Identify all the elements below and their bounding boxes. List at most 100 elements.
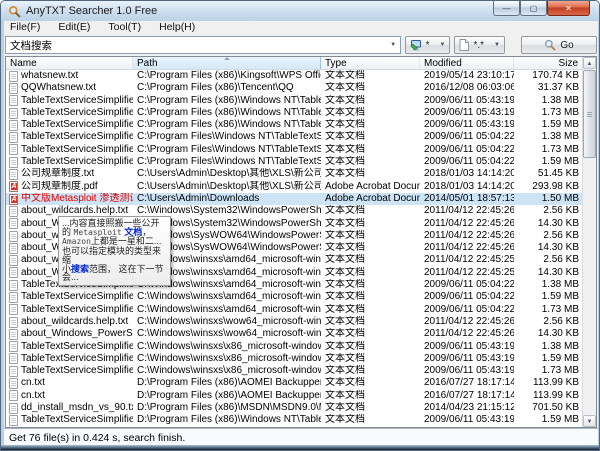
scroll-up-icon[interactable]: ▲ — [583, 57, 596, 69]
table-row[interactable]: whatsnew.txtC:\Program Files (x86)\Kings… — [6, 70, 582, 82]
search-dropdown-arrow-icon[interactable]: ▼ — [387, 42, 400, 48]
file-size-text: 1.73 MB — [542, 304, 579, 315]
file-size: 1.59 MB — [514, 156, 584, 168]
table-row[interactable]: TableTextServiceSimplifie...C:\Program F… — [6, 95, 582, 107]
txt-file-icon — [9, 341, 18, 352]
file-name-text: 中文版Metasploit 渗透测试... — [21, 193, 133, 205]
file-modified: 2009/06/11 05:04:22 — [420, 304, 514, 316]
file-modified-text: 2009/06/11 05:43:19 — [424, 107, 514, 118]
file-modified: 2011/04/12 22:45:26 — [420, 218, 514, 230]
menu-file[interactable]: File(F) — [4, 21, 49, 34]
file-size-text: 1.59 MB — [542, 156, 579, 167]
file-size-text: 701.50 KB — [532, 402, 579, 413]
column-header-modified[interactable]: Modified — [420, 57, 514, 69]
file-modified-text: 2016/07/27 18:17:14 — [424, 390, 514, 401]
file-path-text: C:\Program Files\Windows NT\TableTextSer… — [137, 131, 321, 142]
file-type: 文本文档 — [321, 353, 420, 365]
file-name-text: dd_install_msdn_vs_90.txt — [21, 402, 133, 414]
file-path-text: C:\Windows\System32\WindowsPowerShell\v1… — [137, 205, 321, 216]
column-header-size[interactable]: Size — [514, 57, 584, 69]
file-type: 文本文档 — [321, 119, 420, 131]
table-row[interactable]: TableTextServiceSimplifie...C:\Windows\w… — [6, 291, 582, 303]
table-row[interactable]: TableTextServiceSimplifie...C:\Program F… — [6, 131, 582, 143]
table-row[interactable]: TableTextServiceSimplifie...C:\Windows\w… — [6, 341, 582, 353]
txt-file-icon — [9, 255, 18, 266]
file-path-text: C:\Users\Admin\Desktop\其他\XLS\新公司\kpdf — [137, 181, 321, 192]
menu-edit[interactable]: Edit(E) — [49, 21, 99, 34]
maximize-button[interactable]: ▢ — [520, 1, 547, 16]
scroll-down-icon[interactable]: ▼ — [583, 415, 596, 427]
file-size: 1.38 MB — [514, 341, 584, 353]
table-row[interactable]: 中文版Metasploit 渗透测试...C:\Users\Admin\Down… — [6, 193, 582, 205]
menu-help[interactable]: Help(H) — [150, 21, 204, 34]
file-type-text: 文本文档 — [325, 365, 365, 376]
table-row[interactable]: about_Windows_PowerSh...C:\Windows\winsx… — [6, 328, 582, 340]
table-row[interactable]: cn.txtD:\Program Files (x86)\AOMEI Backu… — [6, 390, 582, 402]
table-row[interactable]: QQWhatsnew.txtC:\Program Files (x86)\Ten… — [6, 82, 582, 94]
file-modified-text: 2016/07/27 18:17:14 — [424, 377, 514, 388]
go-button[interactable]: Go — [521, 36, 597, 54]
table-row[interactable]: TableTextServiceSimplifie...C:\Program F… — [6, 156, 582, 168]
table-row[interactable]: TableTextServiceSimplifie...D:\Program F… — [6, 414, 582, 426]
tooltip-highlight: 文档 — [124, 227, 142, 237]
table-row[interactable]: TableTextServiceSimplifie...C:\Program F… — [6, 107, 582, 119]
menu-tool[interactable]: Tool(T) — [99, 21, 150, 34]
table-row[interactable]: cn.txtD:\Program Files (x86)\AOMEI Backu… — [6, 377, 582, 389]
tooltip-text: ， — [142, 227, 151, 237]
file-size-text: 1.50 MB — [542, 193, 579, 204]
file-name-text: 公司规章制度.pdf — [21, 181, 98, 193]
file-path: C:\Windows\winsxs\wow64_microsoft-window… — [133, 316, 321, 328]
file-size: 1.59 MB — [514, 119, 584, 131]
file-modified-text: 2009/06/11 05:04:22 — [424, 291, 514, 302]
file-size-text: 1.59 MB — [542, 291, 579, 302]
table-row[interactable]: TableTextServiceSimplifie...C:\Program F… — [6, 119, 582, 131]
txt-file-icon — [9, 329, 18, 340]
location-filter-arrow-icon: ▼ — [434, 42, 446, 48]
table-row[interactable]: TableTextServiceSimplifie...C:\Windows\w… — [6, 353, 582, 365]
table-row[interactable]: TableTextServiceSimplifie...C:\Windows\w… — [6, 304, 582, 316]
minimize-button[interactable]: — — [493, 1, 520, 16]
file-size: 1.38 MB — [514, 95, 584, 107]
file-path: D:\Program Files (x86)\MSDN\MSDN9.0\MSD.… — [133, 402, 321, 414]
window-title: AnyTXT Searcher 1.0 Free — [26, 5, 157, 17]
file-type-text: 文本文档 — [325, 304, 365, 315]
file-name-text: TableTextServiceSimplifie... — [21, 144, 133, 156]
sort-ascending-icon — [224, 57, 230, 60]
vertical-scrollbar[interactable]: ▲ ▼ — [582, 57, 596, 427]
table-row[interactable]: 公司规章制度.txtC:\Users\Admin\Desktop\其他\XLS\… — [6, 168, 582, 180]
file-type: 文本文档 — [321, 254, 420, 266]
file-type-text: 文本文档 — [325, 218, 365, 229]
search-input[interactable]: 文档搜索 ▼ — [5, 36, 401, 54]
file-type: 文本文档 — [321, 218, 420, 230]
table-row[interactable]: TableTextServiceSimplifie...C:\Program F… — [6, 144, 582, 156]
table-row[interactable]: dd_install_msdn_vs_90.txt D:\Program File… — [6, 402, 582, 414]
file-size: 113.99 KB — [514, 377, 584, 389]
file-path-text: D:\Program Files (x86)\MSDN\MSDN9.0\MSD.… — [137, 402, 321, 413]
file-name-text: TableTextServiceSimplifie... — [21, 414, 133, 426]
file-size-text: 31.37 KB — [538, 82, 579, 93]
table-row[interactable]: 公司规章制度.pdf C:\Users\Admin\Desktop\其他\XLS\… — [6, 181, 582, 193]
document-icon — [459, 39, 469, 51]
column-header-type[interactable]: Type — [321, 57, 420, 69]
location-filter-dropdown[interactable]: * ▼ — [405, 36, 451, 54]
file-modified-text: 2011/04/12 22:45:26 — [424, 218, 514, 229]
file-path: C:\Program Files (x86)\Tencent\QQ — [133, 82, 321, 94]
file-type-filter-dropdown[interactable]: *.* ▼ — [454, 36, 505, 54]
table-row[interactable]: about_wildcards.help.txtC:\Windows\winsx… — [6, 316, 582, 328]
file-name: TableTextServiceSimplifie... — [6, 156, 133, 168]
table-row[interactable]: TableTextServiceSimplifie...C:\Windows\w… — [6, 365, 582, 377]
file-name: TableTextServiceSimplifie... — [6, 353, 133, 365]
file-modified-text: 2009/06/11 05:04:22 — [424, 279, 514, 290]
file-type-text: 文本文档 — [325, 402, 365, 413]
scrollbar-thumb[interactable] — [583, 70, 596, 158]
tooltip-text: 的 — [62, 227, 74, 237]
file-size: 14.30 KB — [514, 328, 584, 340]
column-header-path[interactable]: Path — [133, 57, 321, 69]
file-type-text: 文本文档 — [325, 82, 365, 93]
close-button[interactable]: ✕ — [547, 1, 590, 16]
file-size-text: 293.98 KB — [532, 181, 579, 192]
file-type: 文本文档 — [321, 242, 420, 254]
column-header-name[interactable]: Name — [6, 57, 133, 69]
file-path: C:\Windows\winsxs\amd64_microsoft-window… — [133, 291, 321, 303]
window-controls: — ▢ ✕ — [493, 1, 590, 16]
